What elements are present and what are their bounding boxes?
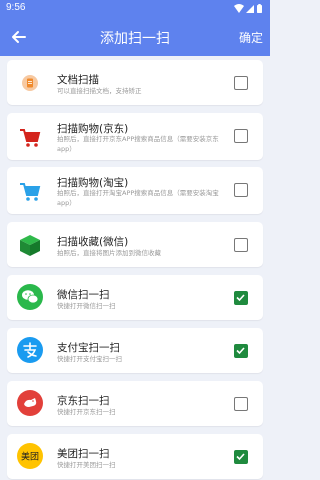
- alipay-icon: [17, 337, 43, 363]
- list-item-document-scan[interactable]: 文档扫描 可以直接扫描文档，支持矫正: [7, 60, 263, 105]
- jd-dog-icon: [17, 390, 43, 416]
- list-item-jd-scan[interactable]: 京东扫一扫 快捷打开京东扫一扫: [7, 381, 263, 426]
- meituan-icon: 美团: [17, 443, 43, 469]
- list-item-wechat-scan[interactable]: 微信扫一扫 快捷打开微信扫一扫: [7, 275, 263, 320]
- item-desc: 拍照后，直接打开京东APP搜索商品信息（需要安装京东app）: [57, 135, 219, 153]
- item-desc: 快捷打开美团扫一扫: [57, 461, 116, 469]
- toolbar: 添加扫一扫 确定: [0, 18, 270, 56]
- item-desc: 拍照后，直接打开淘宝APP搜索商品信息（需要安装淘宝app）: [57, 189, 219, 207]
- app-bar: 9:56 添加扫一扫 确定: [0, 0, 270, 56]
- list-item-wechat-favorite-scan[interactable]: 扫描收藏(微信) 拍照后，直接将图片添加到微信收藏: [7, 222, 263, 267]
- item-name: 支付宝扫一扫: [57, 342, 120, 354]
- list-item-meituan-scan[interactable]: 美团 美团扫一扫 快捷打开美团扫一扫: [7, 434, 263, 479]
- battery-icon: [257, 5, 262, 13]
- item-checkbox[interactable]: [234, 344, 248, 358]
- shopping-cart-icon: [17, 125, 43, 151]
- item-name: 微信扫一扫: [57, 289, 110, 301]
- signal-icon: [246, 5, 254, 13]
- item-checkbox[interactable]: [234, 397, 248, 411]
- document-icon: [17, 70, 43, 96]
- page-title: 添加扫一扫: [100, 31, 170, 47]
- status-time: 9:56: [6, 2, 26, 13]
- item-checkbox[interactable]: [234, 129, 248, 143]
- item-name: 美团扫一扫: [57, 448, 110, 460]
- cube-icon: [17, 232, 43, 258]
- item-desc: 快捷打开微信扫一扫: [57, 302, 116, 310]
- status-icons: [234, 4, 262, 13]
- item-checkbox[interactable]: [234, 291, 248, 305]
- item-desc: 可以直接扫描文档，支持矫正: [57, 87, 142, 95]
- item-checkbox[interactable]: [234, 183, 248, 197]
- item-checkbox[interactable]: [234, 450, 248, 464]
- checkmark-icon: [236, 347, 245, 355]
- wechat-icon: [17, 284, 43, 310]
- wifi-icon: [234, 4, 244, 13]
- list-item-jd-shopping-scan[interactable]: 扫描购物(京东) 拍照后，直接打开京东APP搜索商品信息（需要安装京东app）: [7, 113, 263, 160]
- status-bar: 9:56: [0, 0, 270, 18]
- list-item-alipay-scan[interactable]: 支付宝扫一扫 快捷打开支付宝扫一扫: [7, 328, 263, 373]
- item-desc: 快捷打开支付宝扫一扫: [57, 355, 122, 363]
- list-item-taobao-shopping-scan[interactable]: 扫描购物(淘宝) 拍照后，直接打开淘宝APP搜索商品信息（需要安装淘宝app）: [7, 167, 263, 214]
- item-name: 京东扫一扫: [57, 395, 110, 407]
- item-desc: 快捷打开京东扫一扫: [57, 408, 116, 416]
- item-name: 文档扫描: [57, 74, 99, 86]
- checkmark-icon: [236, 453, 245, 461]
- checkmark-icon: [236, 294, 245, 302]
- confirm-button[interactable]: 确定: [239, 29, 263, 46]
- item-checkbox[interactable]: [234, 76, 248, 90]
- item-name: 扫描收藏(微信): [57, 236, 129, 248]
- item-checkbox[interactable]: [234, 238, 248, 252]
- shopping-cart-icon: [17, 179, 43, 205]
- item-desc: 拍照后，直接将图片添加到微信收藏: [57, 249, 161, 257]
- meituan-logo-text: 美团: [21, 451, 39, 463]
